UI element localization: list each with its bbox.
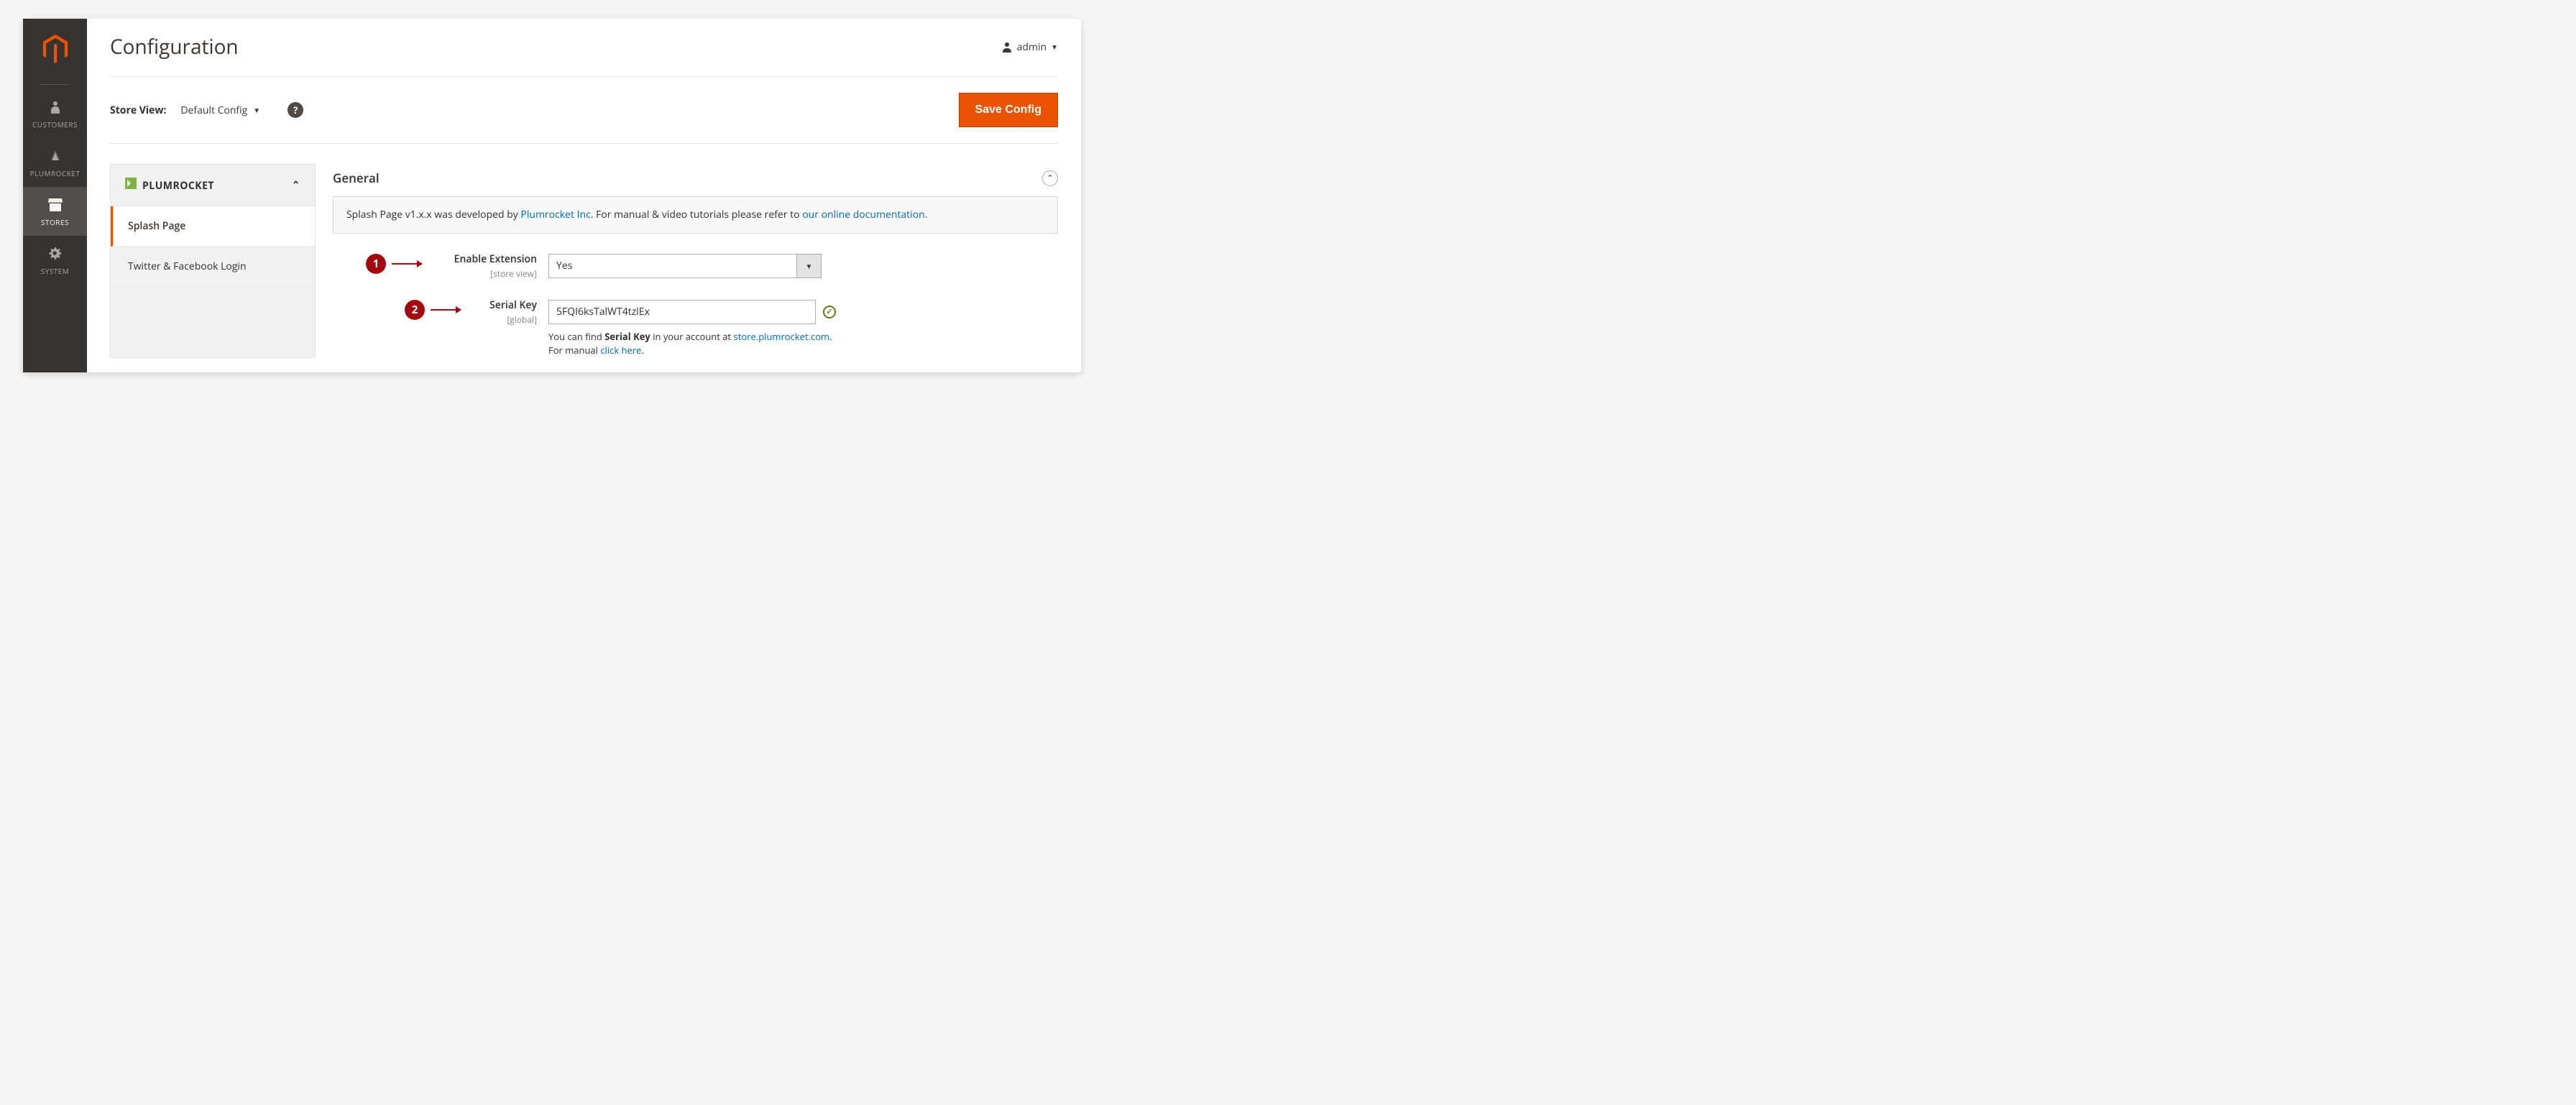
section-title: General	[333, 170, 380, 186]
sidebar-label: SYSTEM	[23, 266, 87, 276]
config-nav-group-plumrocket[interactable]: PLUMROCKET ⌃	[111, 165, 315, 206]
plumrocket-logo-icon	[125, 178, 137, 189]
gear-icon	[23, 246, 87, 262]
store-view-value: Default Config	[180, 104, 247, 117]
collapse-section-button[interactable]: ⌃	[1042, 170, 1058, 186]
config-nav: PLUMROCKET ⌃ Splash Page Twitter & Faceb…	[110, 164, 316, 358]
stores-icon	[23, 197, 87, 213]
config-nav-item-twitter-facebook-login[interactable]: Twitter & Facebook Login	[111, 247, 315, 287]
store-link[interactable]: store.plumrocket.com	[734, 330, 830, 343]
page-title: Configuration	[110, 33, 239, 60]
plumrocket-icon	[23, 148, 87, 164]
serial-key-input[interactable]	[548, 300, 816, 324]
help-button[interactable]: ?	[288, 102, 303, 118]
person-icon	[23, 99, 87, 115]
user-name: admin	[1017, 40, 1046, 54]
sidebar-item-stores[interactable]: STORES	[23, 187, 87, 236]
arrow-right-icon	[431, 309, 461, 311]
sidebar-label: PLUMROCKET	[23, 168, 87, 178]
serial-key-label: Serial Key	[489, 298, 537, 312]
admin-sidebar: CUSTOMERS PLUMROCKET STORES SYSTEM	[23, 19, 87, 372]
valid-check-icon: ✓	[823, 306, 836, 318]
annotation-1: 1	[366, 254, 422, 274]
plumrocket-link[interactable]: Plumrocket Inc	[520, 208, 590, 221]
enable-extension-select[interactable]: Yes ▼	[548, 254, 822, 278]
chevron-up-icon: ⌃	[292, 178, 300, 192]
info-box: Splash Page v1.x.x was developed by Plum…	[333, 196, 1058, 234]
caret-down-icon: ▼	[253, 105, 260, 115]
sidebar-item-customers[interactable]: CUSTOMERS	[23, 89, 87, 138]
scope-label: [store view]	[333, 267, 537, 280]
caret-down-icon: ▼	[1051, 42, 1058, 52]
sidebar-item-system[interactable]: SYSTEM	[23, 236, 87, 285]
dropdown-arrow-icon[interactable]: ▼	[796, 255, 821, 278]
serial-key-note: You can find Serial Key in your account …	[548, 330, 836, 358]
magento-logo-icon	[42, 26, 68, 80]
annotation-2: 2	[405, 300, 461, 320]
config-nav-group-label: PLUMROCKET	[142, 179, 214, 193]
sidebar-label: CUSTOMERS	[23, 119, 87, 129]
sidebar-label: STORES	[23, 217, 87, 227]
chevron-up-icon: ⌃	[1046, 173, 1053, 183]
sidebar-item-plumrocket[interactable]: PLUMROCKET	[23, 138, 87, 187]
store-view-label: Store View:	[110, 104, 166, 117]
select-value: Yes	[549, 255, 796, 278]
store-view-switcher[interactable]: Default Config ▼	[180, 104, 260, 117]
documentation-link[interactable]: our online documentation	[802, 208, 925, 221]
arrow-right-icon	[392, 263, 422, 265]
config-nav-item-splash-page[interactable]: Splash Page	[111, 206, 315, 247]
user-menu[interactable]: admin ▼	[1001, 40, 1058, 54]
user-icon	[1001, 41, 1013, 52]
save-config-button[interactable]: Save Config	[959, 93, 1058, 127]
manual-link[interactable]: click here	[600, 344, 641, 357]
enable-extension-label: Enable Extension	[454, 252, 537, 266]
